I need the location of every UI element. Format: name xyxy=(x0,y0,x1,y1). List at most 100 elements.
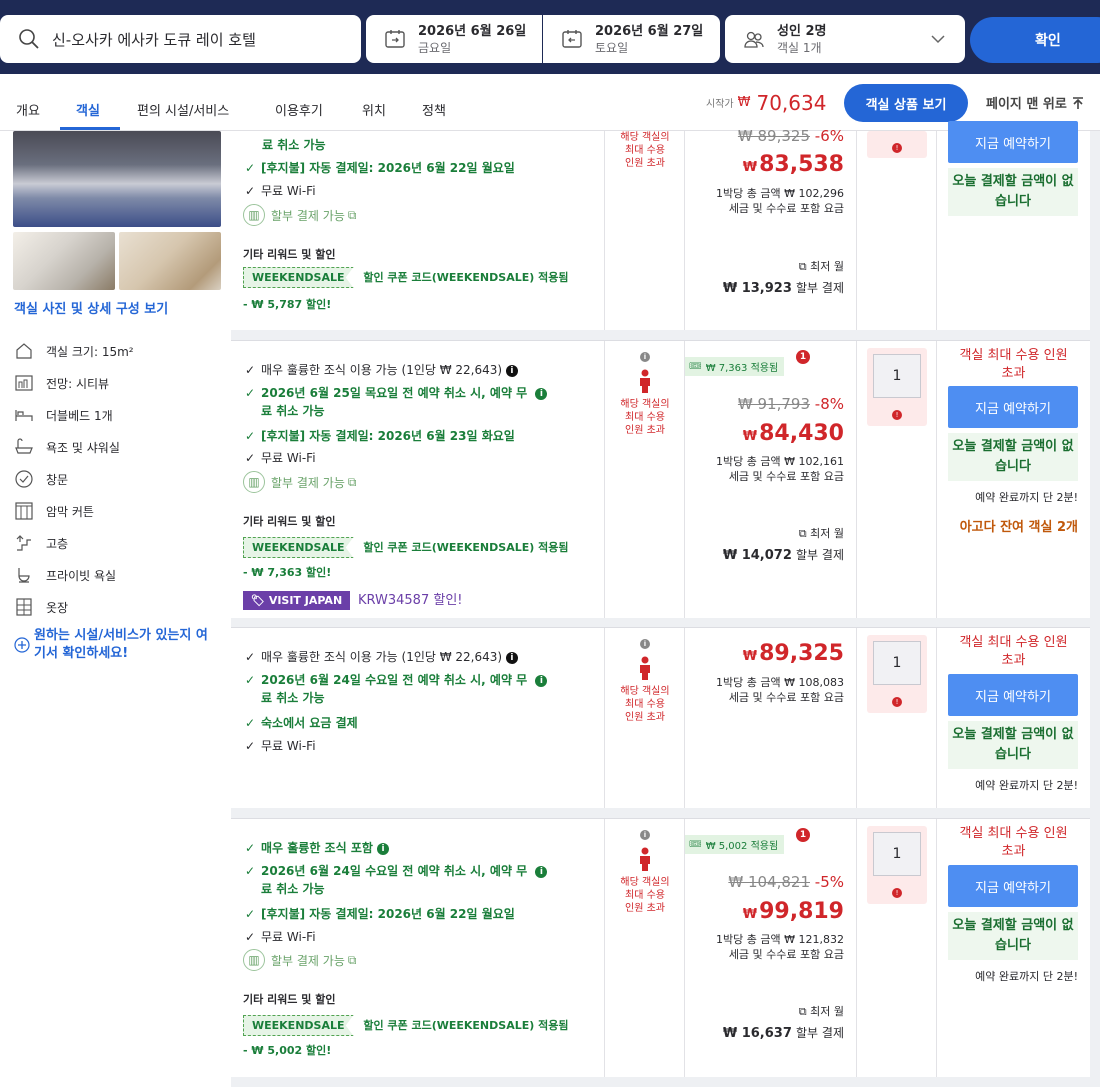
info-icon[interactable]: i xyxy=(505,365,518,377)
bath-icon xyxy=(15,438,33,454)
offer-2-book-button[interactable]: 지금 예약하기 xyxy=(948,386,1078,428)
checkout-date: 2026년 6월 27일 xyxy=(595,23,704,39)
view-rooms-button[interactable]: 객실 상품 보기 xyxy=(844,84,968,122)
offer-4-benefits: ✓ 매우 훌륭한 조식 포함 i ✓ 2026년 6월 24일 수요일 전 예약 취… xyxy=(231,819,605,1077)
offer-2-final-price: ₩84,430 xyxy=(742,421,844,446)
offer-1-wifi: ✓ 무료 Wi-Fi xyxy=(245,184,316,198)
alert-icon: ! xyxy=(892,697,902,707)
room-photo-bath[interactable] xyxy=(119,232,221,290)
offer-3-qty-error-box: 1 ! xyxy=(867,635,927,713)
offer-4-over-capacity: 객실 최대 수용 인원 초과 xyxy=(959,826,1068,859)
visit-japan-tag: 🏷 VISIT JAPAN xyxy=(243,591,351,610)
confirm-button[interactable]: 확인 xyxy=(970,17,1100,63)
offer-4-qty-error-box: 1 ! xyxy=(867,826,927,904)
info-icon[interactable]: i xyxy=(535,675,548,687)
info-icon[interactable]: i xyxy=(640,830,650,840)
offer-4-no-payment: 오늘 결제할 금액이 없습니다 xyxy=(948,912,1078,960)
offer-2-per-night: 1박당 총 금액 ₩ 102,161 세금 및 수수료 포함 요금 xyxy=(716,455,844,483)
offer-2-cancel: ✓ 2026년 6월 25일 목요일 전 예약 취소 시, 예약 무 i료 취소 … xyxy=(245,384,590,420)
offer-1-rewards-header: 기타 리워드 및 할인 xyxy=(243,248,336,261)
offer-4-installment[interactable]: ▥ 할부 결제 가능 ⧉ xyxy=(243,949,356,971)
offer-1-installment[interactable]: ▥ 할부 결제 가능 ⧉ xyxy=(243,204,356,226)
offer-4-badge: 1 xyxy=(796,828,810,842)
offer-3-book-button[interactable]: 지금 예약하기 xyxy=(948,674,1078,716)
section-nav: 개요 객실 편의 시설/서비스 이용후기 위치 정책 시작가 ₩ 70,634 … xyxy=(0,74,1100,131)
offer-3-wifi: ✓ 무료 Wi-Fi xyxy=(245,739,316,753)
offer-4-final-price: ₩99,819 xyxy=(742,899,844,924)
offer-2-qty-select[interactable]: 1 xyxy=(873,354,921,398)
offer-3-benefits: ✓ 매우 훌륭한 조식 이용 가능 (1인당 ₩ 22,643) i ✓ 2026년… xyxy=(231,628,605,808)
offer-3-capacity: i 해당 객실의 최대 수용 인원 초과 xyxy=(605,628,685,808)
calendar-checkin-icon xyxy=(385,30,405,48)
offer-2-qty-error-box: 1 ! xyxy=(867,348,927,426)
offer-4-pay-later: ✓ [후지불] 자동 결제일: 2026년 6월 22일 월요일 xyxy=(245,907,515,921)
offer-2-wifi: ✓ 무료 Wi-Fi xyxy=(245,451,316,465)
hotel-search-input[interactable]: 신-오사카 에사카 도큐 레이 호텔 xyxy=(0,15,361,63)
external-link-icon: ⧉ xyxy=(798,527,811,540)
tab-facilities[interactable]: 편의 시설/서비스 xyxy=(137,100,229,119)
offer-1-capacity: 해당 객실의 최대 수용 인원 초과 xyxy=(605,131,685,330)
offer-4-applied-discount: 🎟 ₩ 5,002 적용됨 xyxy=(685,835,785,854)
info-icon[interactable]: i xyxy=(377,843,390,855)
room-photos-link[interactable]: 객실 사진 및 상세 구성 보기 xyxy=(14,298,168,317)
tab-rooms[interactable]: 객실 xyxy=(76,100,100,119)
check-icon: ✓ xyxy=(245,429,256,443)
ticket-icon: 🎟 xyxy=(689,361,702,372)
offer-1-booking: 지금 예약하기 오늘 결제할 금액이 없습니다 xyxy=(937,121,1090,330)
offer-4-qty-select[interactable]: 1 xyxy=(873,832,921,876)
offer-4-original-price: ₩ 104,821 -5% xyxy=(728,873,844,891)
offer-1-final-price: ₩83,538 xyxy=(742,152,844,177)
check-icon: ✓ xyxy=(245,161,256,175)
alert-icon: ! xyxy=(892,143,902,153)
offer-3-breakfast: ✓ 매우 훌륭한 조식 이용 가능 (1인당 ₩ 22,643) i xyxy=(245,648,518,665)
info-icon[interactable]: i xyxy=(535,388,548,400)
room-photo-main[interactable] xyxy=(13,131,221,227)
offer-row-2: ✓ 매우 훌륭한 조식 이용 가능 (1인당 ₩ 22,643) i ✓ 2026년… xyxy=(231,340,1090,618)
back-to-top-label: 페이지 맨 위로 xyxy=(986,97,1067,112)
offer-1-book-button[interactable]: 지금 예약하기 xyxy=(948,121,1078,163)
offer-3-qty-select[interactable]: 1 xyxy=(873,641,921,685)
arrow-up-icon xyxy=(1072,96,1083,109)
offer-4-monthly: ₩ 16,637 할부 결제 xyxy=(722,1026,844,1041)
offer-1-discount: - ₩ 5,787 할인! xyxy=(243,298,332,311)
alert-icon: ! xyxy=(892,888,902,898)
tab-location[interactable]: 위치 xyxy=(362,100,386,119)
offer-1-qty-error-box: ! xyxy=(867,131,927,158)
offer-2-min-month: ⧉ 최저 월 xyxy=(798,527,844,540)
offer-4-book-button[interactable]: 지금 예약하기 xyxy=(948,865,1078,907)
room-photo-bed[interactable] xyxy=(13,232,115,290)
offer-2-installment[interactable]: ▥ 할부 결제 가능 ⧉ xyxy=(243,471,356,493)
facility-check-link[interactable]: 원하는 시설/서비스가 있는지 여기서 확인하세요! xyxy=(14,627,219,663)
checkin-picker[interactable]: 2026년 6월 26일 금요일 xyxy=(366,15,542,63)
offer-2-badge: 1 xyxy=(796,350,810,364)
offer-1-cancel-line: 료 취소 가능 xyxy=(262,138,326,152)
feature-bed: 더블베드 1개 xyxy=(14,405,113,425)
info-icon[interactable]: i xyxy=(640,352,650,362)
info-icon[interactable]: i xyxy=(535,866,548,878)
offer-4-cancel: ✓ 2026년 6월 24일 수요일 전 예약 취소 시, 예약 무 i료 취소 … xyxy=(245,862,590,898)
offer-3-per-night: 1박당 총 금액 ₩ 108,083 세금 및 수수료 포함 요금 xyxy=(716,676,844,704)
feature-view: 전망: 시티뷰 xyxy=(14,373,109,393)
feature-private-bath: 프라이빗 욕실 xyxy=(14,565,116,585)
offer-4-wifi: ✓ 무료 Wi-Fi xyxy=(245,930,316,944)
offer-2-capacity: i 해당 객실의 최대 수용 인원 초과 xyxy=(605,341,685,618)
offer-1-pay-later: ✓ [후지불] 자동 결제일: 2026년 6월 22일 월요일 xyxy=(245,161,515,175)
private-bath-icon xyxy=(18,568,30,583)
info-icon[interactable]: i xyxy=(640,639,650,649)
ticket-icon: 🎟 xyxy=(689,839,702,850)
checkin-day: 금요일 xyxy=(418,40,452,55)
tab-policy[interactable]: 정책 xyxy=(422,100,446,119)
offer-4-per-night: 1박당 총 금액 ₩ 121,832 세금 및 수수료 포함 요금 xyxy=(716,933,844,961)
installment-icon: ▥ xyxy=(243,204,265,226)
checkout-picker[interactable]: 2026년 6월 27일 토요일 xyxy=(543,15,720,63)
guest-picker[interactable]: 성인 2명 객실 1개 xyxy=(725,15,965,63)
offer-2-price: 🎟 ₩ 7,363 적용됨 1 ₩ 91,793 -8% ₩84,430 1박당 … xyxy=(685,341,857,618)
from-label: 시작가 xyxy=(706,99,734,110)
check-icon: ✓ xyxy=(245,673,256,687)
offer-4-quantity: 1 ! xyxy=(857,819,937,1077)
feature-window: 창문 xyxy=(14,469,68,489)
tab-reviews[interactable]: 이용후기 xyxy=(275,100,323,119)
tab-overview[interactable]: 개요 xyxy=(16,100,40,119)
offer-2-benefits: ✓ 매우 훌륭한 조식 이용 가능 (1인당 ₩ 22,643) i ✓ 2026년… xyxy=(231,341,605,618)
info-icon[interactable]: i xyxy=(505,652,518,664)
